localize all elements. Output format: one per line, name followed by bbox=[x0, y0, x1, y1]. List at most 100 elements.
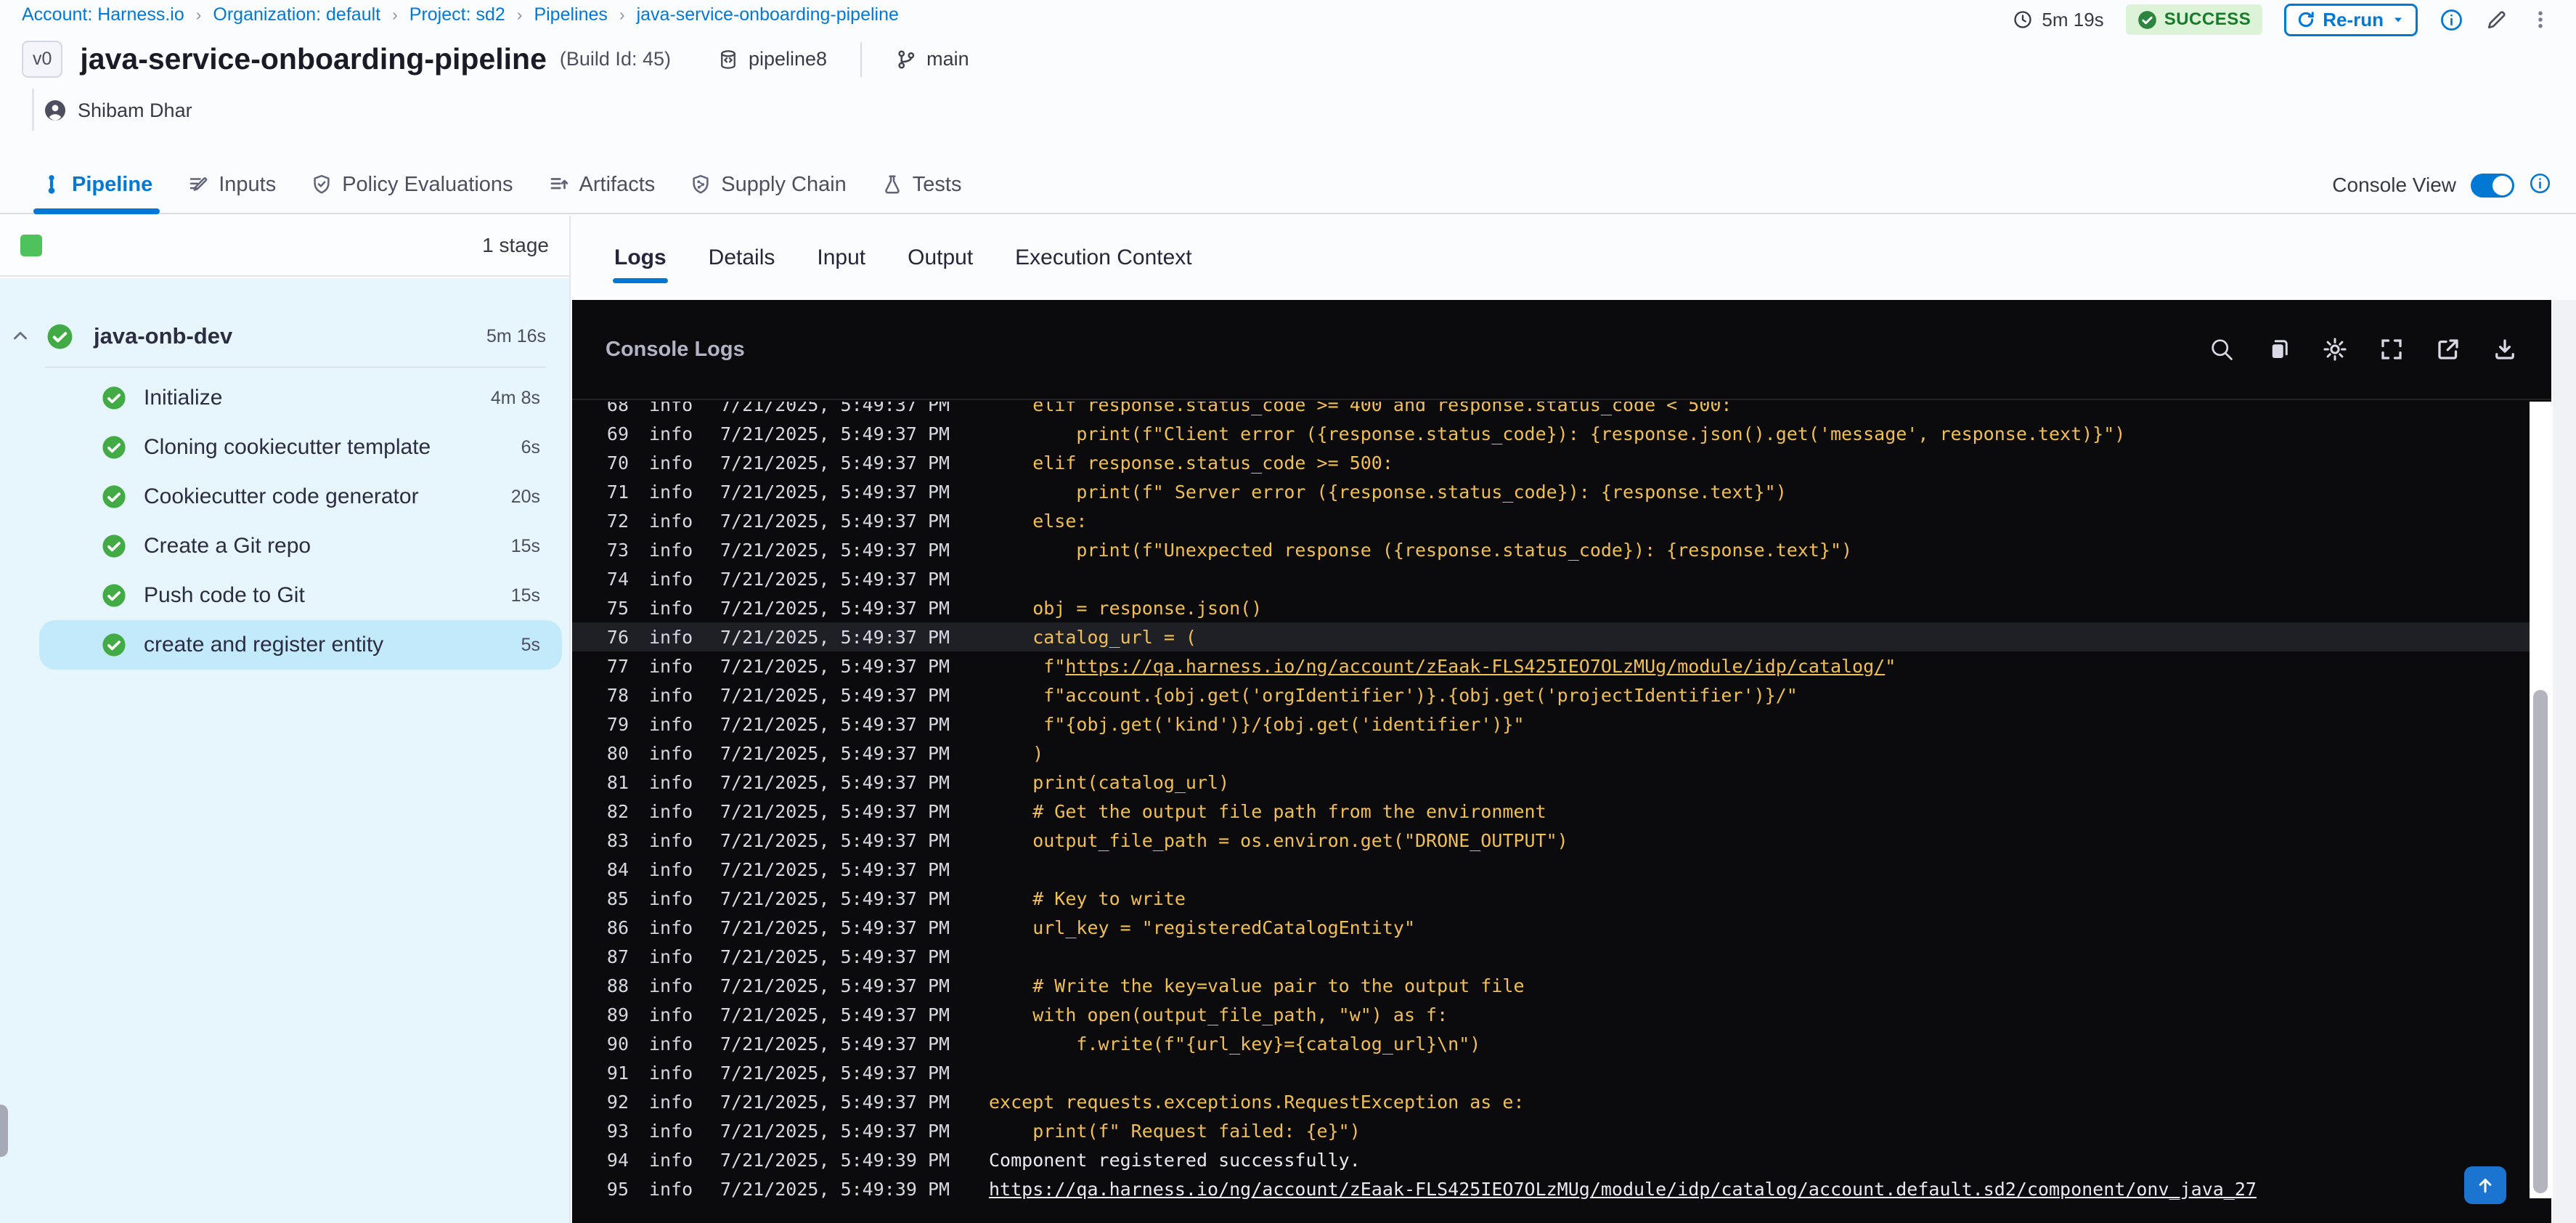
panel-tab-bar: Logs Details Input Output Execution Context bbox=[572, 216, 2576, 300]
rerun-button[interactable]: Re-run bbox=[2284, 3, 2418, 36]
stage-name: java-onb-dev bbox=[94, 323, 233, 349]
open-in-new-icon[interactable] bbox=[2435, 336, 2461, 362]
log-scrollbar-thumb[interactable] bbox=[2533, 690, 2548, 1193]
log-level: info bbox=[649, 1178, 693, 1200]
log-level: info bbox=[649, 481, 693, 503]
log-line-number: 74 bbox=[606, 568, 629, 590]
log-row: 91 info 7/21/2025, 5:49:37 PM bbox=[572, 1058, 2530, 1087]
step-cookiecutter-code-generator[interactable]: Cookiecutter code generator 20s bbox=[39, 472, 562, 521]
log-row: 71 info 7/21/2025, 5:49:37 PM print(f" Ser… bbox=[572, 477, 2530, 506]
panel-tab-output[interactable]: Output bbox=[908, 245, 973, 270]
fullscreen-icon[interactable] bbox=[2379, 336, 2405, 362]
tab-tests[interactable]: Tests bbox=[881, 156, 961, 213]
log-row: 94 info 7/21/2025, 5:49:39 PM Component reg… bbox=[572, 1145, 2530, 1174]
log-code: else: bbox=[989, 510, 1088, 532]
console-view-info-button[interactable] bbox=[2529, 172, 2551, 198]
log-row: 85 info 7/21/2025, 5:49:37 PM # Key to wri… bbox=[572, 884, 2530, 913]
chevron-up-icon[interactable] bbox=[10, 326, 30, 346]
tab-inputs[interactable]: Inputs bbox=[187, 156, 276, 213]
log-timestamp: 7/21/2025, 5:49:37 PM bbox=[720, 684, 950, 706]
step-cloning-cookiecutter-template[interactable]: Cloning cookiecutter template 6s bbox=[39, 423, 562, 472]
log-level: info bbox=[649, 452, 693, 474]
log-timestamp: 7/21/2025, 5:49:37 PM bbox=[720, 597, 950, 619]
step-push-code-to-git[interactable]: Push code to Git 15s bbox=[39, 571, 562, 620]
panel-tab-details[interactable]: Details bbox=[709, 245, 775, 270]
scroll-to-top-button[interactable] bbox=[2464, 1166, 2506, 1204]
step-initialize[interactable]: Initialize 4m 8s bbox=[39, 373, 562, 423]
breadcrumb-link[interactable]: Project: sd2 bbox=[409, 4, 505, 25]
step-duration: 20s bbox=[510, 486, 540, 507]
log-code: f"account.{obj.get('orgIdentifier')}.{ob… bbox=[989, 684, 1798, 706]
log-area: 68 info 7/21/2025, 5:49:37 PM elif respons… bbox=[572, 402, 2530, 1223]
log-line-number: 95 bbox=[606, 1178, 629, 1200]
author-name: Shibam Dhar bbox=[78, 99, 192, 121]
git-branch-icon bbox=[895, 49, 917, 70]
log-link[interactable]: https://qa.harness.io/ng/account/zEaak-F… bbox=[1065, 656, 1885, 677]
caret-down-icon bbox=[2391, 12, 2405, 27]
log-timestamp: 7/21/2025, 5:49:37 PM bbox=[720, 655, 950, 677]
log-row: 88 info 7/21/2025, 5:49:37 PM # Write the … bbox=[572, 971, 2530, 1000]
step-success-icon bbox=[102, 633, 126, 657]
log-code: obj = response.json() bbox=[989, 597, 1263, 619]
panel-tab-input[interactable]: Input bbox=[817, 245, 865, 270]
info-button[interactable] bbox=[2440, 8, 2463, 32]
log-panel: Logs Details Input Output Execution Context … bbox=[572, 216, 2576, 1223]
download-icon[interactable] bbox=[2492, 336, 2518, 362]
log-timestamp: 7/21/2025, 5:49:37 PM bbox=[720, 975, 950, 996]
log-timestamp: 7/21/2025, 5:49:37 PM bbox=[720, 402, 950, 415]
more-options-button[interactable] bbox=[2530, 9, 2551, 31]
log-line-number: 70 bbox=[606, 452, 629, 474]
log-scrollbar-track[interactable] bbox=[2530, 402, 2551, 1198]
edit-pipeline-button[interactable] bbox=[2485, 9, 2508, 31]
log-level: info bbox=[649, 568, 693, 590]
search-icon[interactable] bbox=[2209, 336, 2235, 362]
log-line-number: 87 bbox=[606, 946, 629, 967]
log-level: info bbox=[649, 829, 693, 851]
log-line-number: 78 bbox=[606, 684, 629, 706]
log-line-number: 81 bbox=[606, 771, 629, 793]
log-level: info bbox=[649, 597, 693, 619]
tab-label: Policy Evaluations bbox=[342, 172, 513, 196]
pipeline-icon bbox=[41, 174, 62, 195]
tab-artifacts[interactable]: Artifacts bbox=[548, 156, 655, 213]
tab-supply-chain[interactable]: Supply Chain bbox=[690, 156, 847, 213]
log-row: 77 info 7/21/2025, 5:49:37 PM f"https://qa… bbox=[572, 651, 2530, 680]
step-label: Cookiecutter code generator bbox=[144, 484, 419, 508]
breadcrumb-separator: › bbox=[516, 5, 523, 24]
breadcrumb-link[interactable]: Pipelines bbox=[534, 4, 607, 25]
log-timestamp: 7/21/2025, 5:49:37 PM bbox=[720, 568, 950, 590]
console-view-toggle[interactable] bbox=[2471, 173, 2514, 198]
sidebar-scrollbar-thumb[interactable] bbox=[0, 1105, 8, 1157]
log-row: 93 info 7/21/2025, 5:49:37 PM print(f" Req… bbox=[572, 1116, 2530, 1145]
log-line-number: 85 bbox=[606, 887, 629, 909]
refresh-icon bbox=[2296, 10, 2315, 29]
console-view-control: Console View bbox=[2332, 156, 2551, 214]
log-line-number: 90 bbox=[606, 1033, 629, 1055]
copy-icon[interactable] bbox=[2265, 336, 2291, 362]
log-level: info bbox=[649, 742, 693, 764]
step-create-a-git-repo[interactable]: Create a Git repo 15s bbox=[39, 521, 562, 571]
step-label: Initialize bbox=[144, 386, 223, 410]
tests-icon bbox=[881, 174, 903, 195]
panel-tab-execution-context[interactable]: Execution Context bbox=[1015, 245, 1191, 270]
settings-icon[interactable] bbox=[2322, 336, 2348, 362]
log-line-number: 94 bbox=[606, 1149, 629, 1171]
log-row: 83 info 7/21/2025, 5:49:37 PM output_file_… bbox=[572, 826, 2530, 855]
title-row: v0 java-service-onboarding-pipeline (Bui… bbox=[22, 41, 969, 78]
log-timestamp: 7/21/2025, 5:49:39 PM bbox=[720, 1149, 950, 1171]
log-link[interactable]: https://qa.harness.io/ng/account/zEaak-F… bbox=[989, 1179, 2257, 1200]
step-list: Initialize 4m 8s Cloning cookiecutter temp… bbox=[0, 367, 569, 670]
log-timestamp: 7/21/2025, 5:49:37 PM bbox=[720, 539, 950, 561]
tab-pipeline[interactable]: Pipeline bbox=[33, 156, 160, 214]
breadcrumb-separator: › bbox=[392, 5, 398, 24]
breadcrumb-link[interactable]: Organization: default bbox=[213, 4, 380, 25]
stage-status-square bbox=[20, 235, 42, 256]
stage-row-java-onb-dev[interactable]: java-onb-dev 5m 16s bbox=[0, 306, 569, 367]
breadcrumb-link[interactable]: java-service-onboarding-pipeline bbox=[637, 4, 899, 25]
breadcrumb-separator: › bbox=[619, 5, 625, 24]
tab-policy-evaluations[interactable]: Policy Evaluations bbox=[311, 156, 513, 213]
panel-tab-logs[interactable]: Logs bbox=[613, 245, 668, 283]
breadcrumb-link[interactable]: Account: Harness.io bbox=[22, 4, 184, 25]
step-create-and-register-entity[interactable]: create and register entity 5s bbox=[39, 620, 562, 670]
log-row: 89 info 7/21/2025, 5:49:37 PM with open(ou… bbox=[572, 1000, 2530, 1029]
